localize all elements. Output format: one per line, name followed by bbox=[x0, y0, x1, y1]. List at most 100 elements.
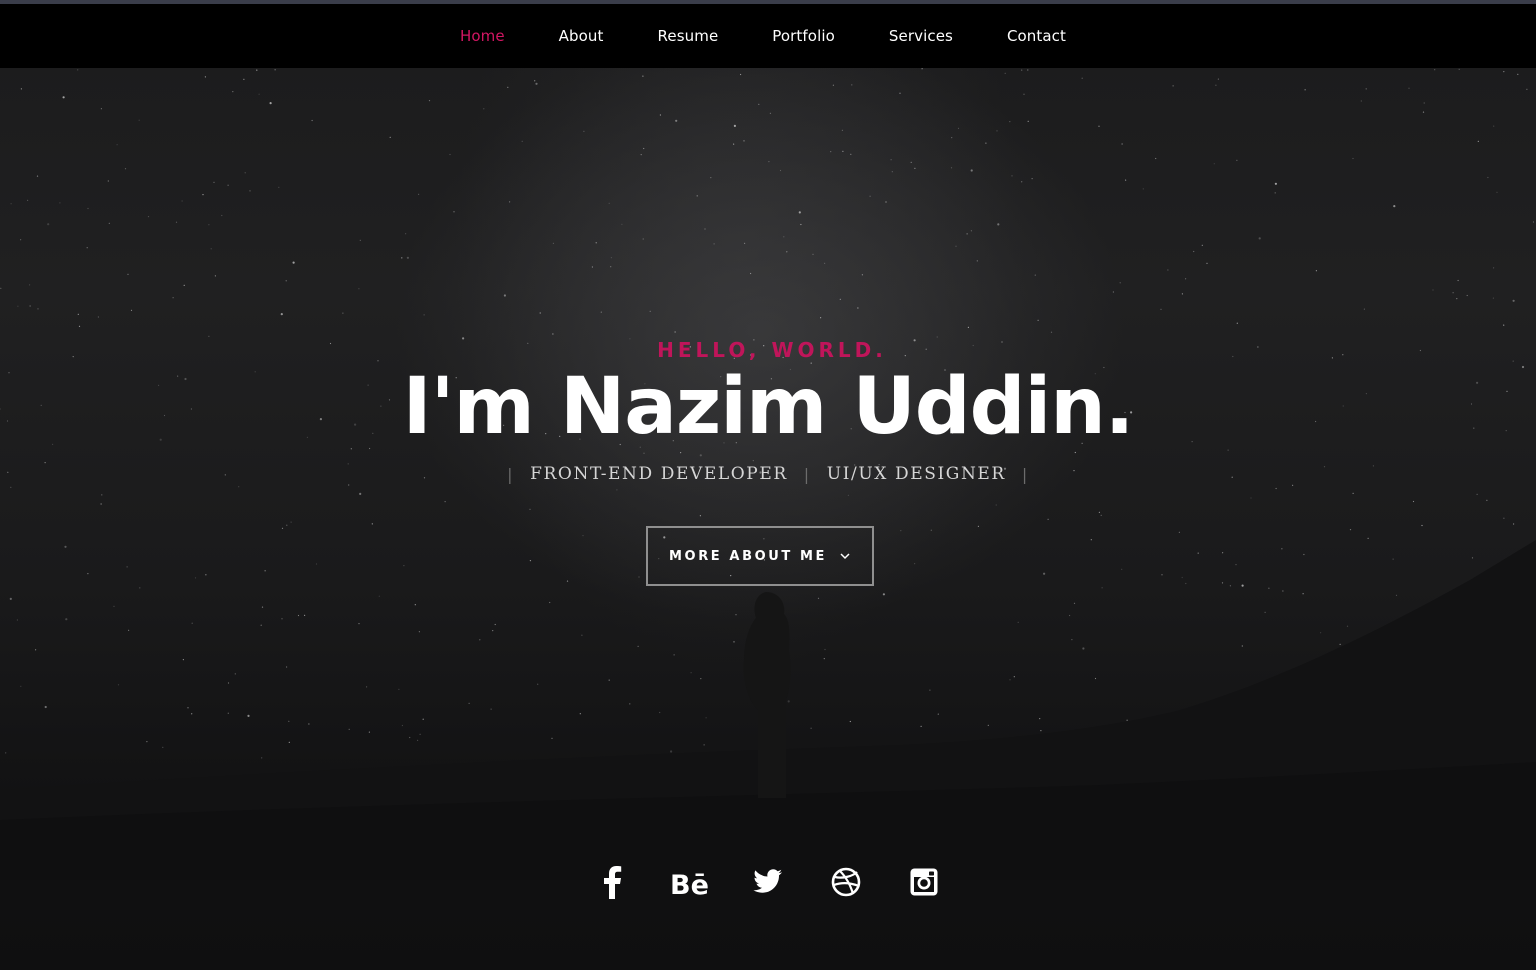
star bbox=[1155, 157, 1157, 160]
star bbox=[77, 313, 79, 315]
star bbox=[882, 593, 886, 596]
star bbox=[1457, 279, 1459, 282]
star bbox=[1396, 676, 1398, 678]
star bbox=[1486, 692, 1488, 695]
star bbox=[997, 223, 1000, 226]
star bbox=[401, 724, 403, 727]
hero-greeting: HELLO, WORLD. bbox=[657, 338, 887, 362]
star bbox=[428, 100, 431, 102]
star bbox=[191, 713, 193, 715]
star bbox=[970, 169, 973, 172]
star bbox=[1532, 221, 1535, 223]
star bbox=[610, 266, 612, 268]
nav-item-services[interactable]: Services bbox=[862, 27, 980, 45]
star bbox=[987, 724, 989, 727]
dribbble-link[interactable] bbox=[807, 860, 885, 904]
star bbox=[127, 273, 129, 275]
star bbox=[1274, 192, 1276, 194]
star bbox=[368, 731, 370, 733]
instagram-link[interactable] bbox=[885, 860, 963, 904]
star bbox=[146, 741, 148, 743]
star bbox=[769, 112, 772, 114]
star bbox=[86, 247, 88, 249]
star bbox=[1126, 719, 1128, 721]
star bbox=[1213, 163, 1215, 165]
star bbox=[1236, 159, 1238, 161]
star bbox=[479, 639, 481, 641]
star bbox=[1094, 677, 1097, 680]
star bbox=[529, 560, 532, 562]
nav-item-home[interactable]: Home bbox=[433, 27, 532, 45]
star bbox=[817, 597, 820, 599]
star bbox=[1112, 291, 1114, 293]
star bbox=[1043, 572, 1046, 575]
star bbox=[1292, 484, 1294, 486]
star bbox=[191, 622, 193, 624]
nav-item-about[interactable]: About bbox=[532, 27, 631, 45]
star bbox=[297, 614, 300, 617]
star bbox=[1221, 582, 1224, 584]
star bbox=[0, 287, 2, 289]
star bbox=[824, 262, 826, 264]
star bbox=[359, 239, 361, 241]
star bbox=[1100, 514, 1102, 516]
star bbox=[798, 211, 801, 214]
star bbox=[398, 688, 400, 691]
star bbox=[1303, 553, 1305, 556]
star bbox=[264, 570, 266, 572]
star bbox=[1503, 517, 1505, 519]
nav-item-portfolio[interactable]: Portfolio bbox=[745, 27, 862, 45]
star bbox=[509, 201, 511, 203]
star bbox=[5, 752, 7, 754]
star bbox=[1487, 176, 1489, 179]
facebook-link[interactable] bbox=[573, 860, 651, 904]
star bbox=[621, 223, 623, 225]
star bbox=[1015, 739, 1017, 741]
star bbox=[1013, 676, 1015, 678]
star bbox=[288, 741, 290, 744]
star bbox=[529, 508, 531, 510]
star bbox=[914, 563, 916, 565]
star bbox=[1349, 529, 1352, 531]
nav-item-resume[interactable]: Resume bbox=[631, 27, 746, 45]
star bbox=[1365, 88, 1367, 90]
star bbox=[342, 312, 344, 314]
star bbox=[836, 760, 838, 762]
more-about-me-button[interactable]: MORE ABOUT ME bbox=[646, 526, 874, 586]
twitter-icon bbox=[753, 869, 782, 893]
star bbox=[579, 713, 581, 715]
star bbox=[1185, 582, 1187, 585]
social-links: Bē bbox=[0, 860, 1536, 904]
star bbox=[583, 130, 585, 132]
star bbox=[985, 142, 987, 144]
star bbox=[124, 168, 127, 170]
star bbox=[1193, 250, 1195, 253]
star bbox=[27, 199, 29, 201]
star bbox=[261, 757, 263, 759]
star bbox=[97, 316, 99, 318]
star bbox=[1352, 492, 1354, 494]
star bbox=[113, 605, 115, 608]
star bbox=[740, 73, 742, 76]
star bbox=[1523, 722, 1525, 724]
twitter-link[interactable] bbox=[729, 860, 807, 904]
star bbox=[890, 159, 892, 161]
star bbox=[812, 253, 814, 255]
star bbox=[1477, 140, 1479, 142]
star bbox=[951, 137, 953, 139]
star bbox=[175, 221, 178, 223]
star bbox=[899, 92, 901, 94]
star bbox=[29, 305, 31, 307]
behance-link[interactable]: Bē bbox=[651, 860, 729, 904]
star bbox=[582, 535, 584, 537]
star bbox=[994, 745, 996, 748]
star bbox=[703, 744, 705, 746]
star bbox=[1241, 584, 1244, 587]
star bbox=[401, 257, 403, 259]
star bbox=[920, 725, 922, 728]
star bbox=[699, 515, 702, 517]
star bbox=[194, 577, 197, 579]
nav-item-contact[interactable]: Contact bbox=[980, 27, 1093, 45]
star bbox=[616, 489, 618, 491]
star bbox=[1098, 125, 1100, 127]
